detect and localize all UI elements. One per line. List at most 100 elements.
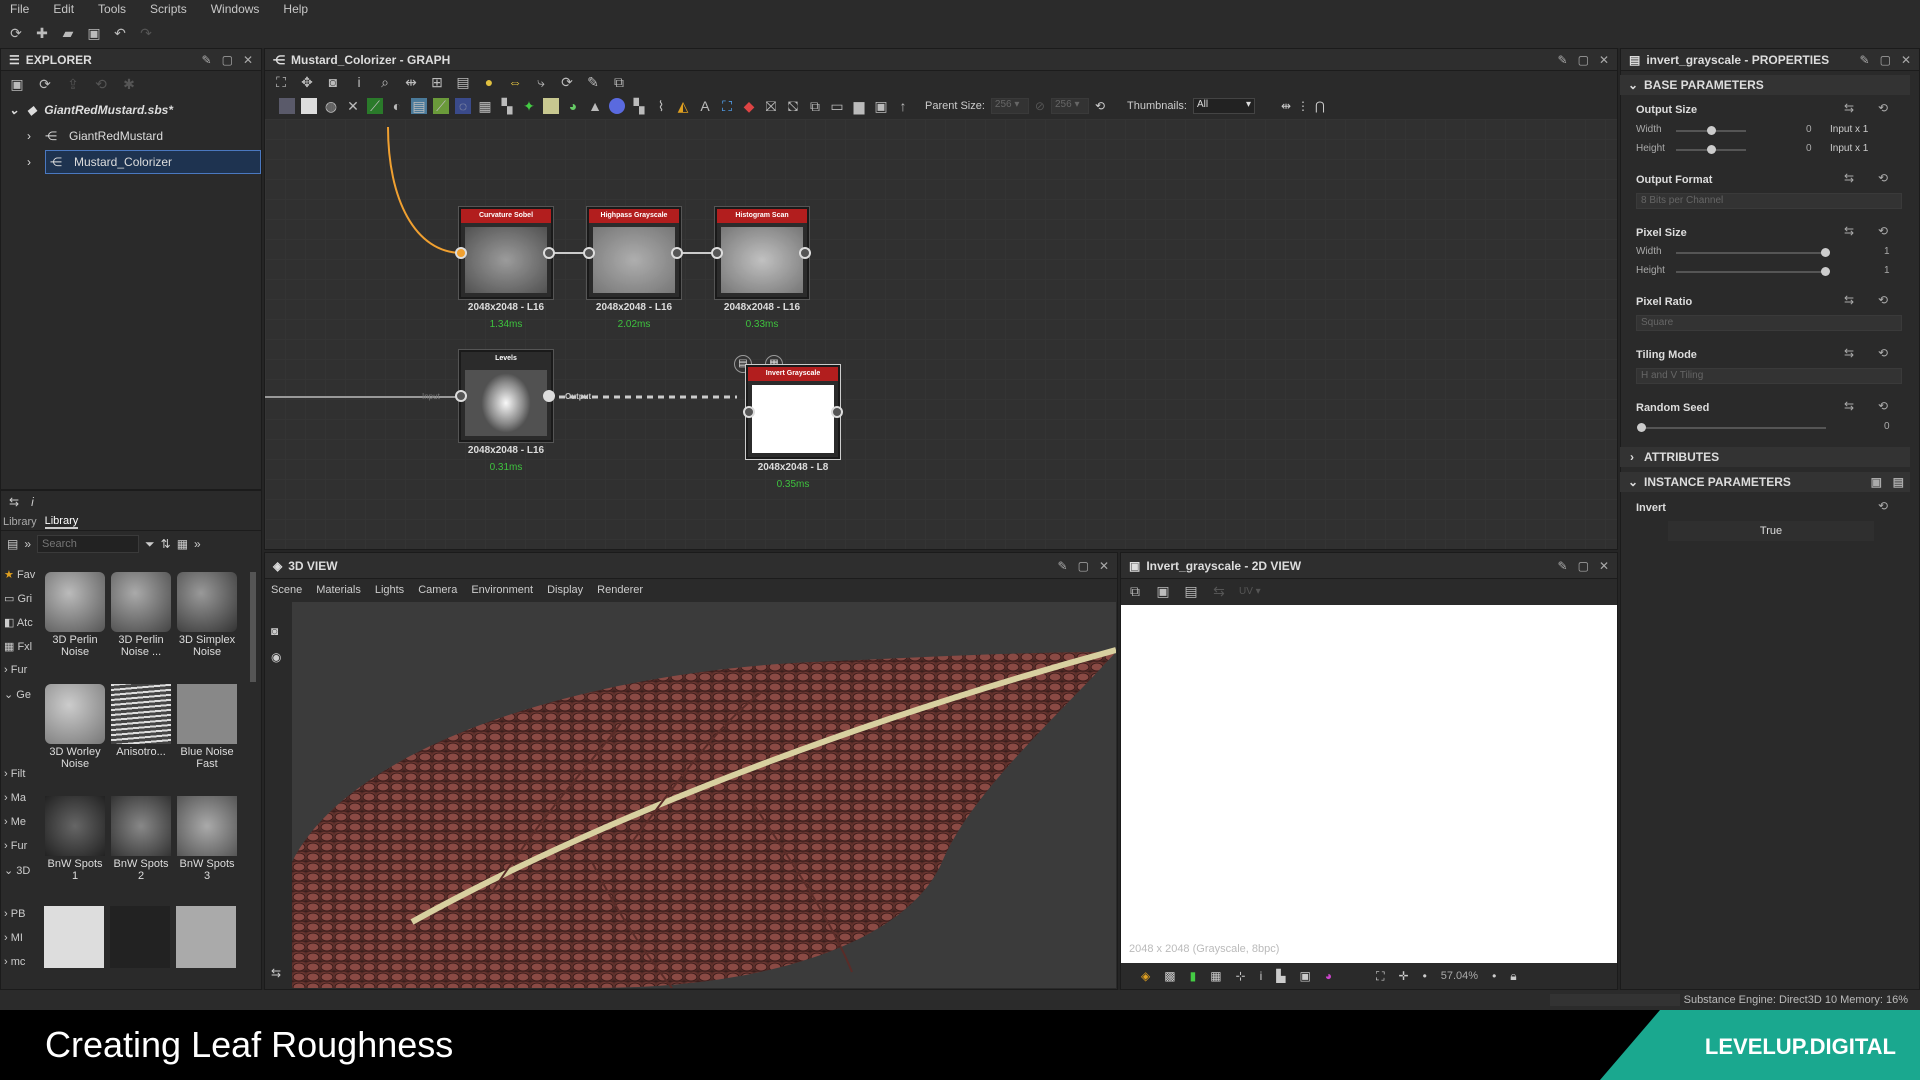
reset-icon[interactable]: ⟲	[1878, 224, 1888, 238]
node-input-port[interactable]	[583, 247, 595, 259]
output-width-knob[interactable]	[1707, 126, 1716, 135]
fill-icon[interactable]: ◍	[323, 98, 339, 114]
float-icon[interactable]: ▢	[1880, 53, 1891, 67]
node-histogram-scan[interactable]: Histogram Scan	[715, 207, 809, 299]
tile-thumbnail[interactable]	[44, 906, 104, 968]
camera-icon[interactable]: ◙	[325, 74, 341, 90]
open-graph-icon[interactable]: ▤	[1893, 475, 1904, 489]
category-fur[interactable]: › Fur	[4, 664, 27, 676]
undo-icon[interactable]: ↶	[112, 25, 128, 41]
close-icon[interactable]: ✕	[1901, 53, 1911, 67]
link-size-icon[interactable]: ⊘	[1035, 99, 1045, 113]
view3d-menu-materials[interactable]: Materials	[316, 584, 361, 596]
layers-icon[interactable]: ◈	[1141, 969, 1150, 983]
library-tile[interactable]: BnW Spots 1	[44, 796, 106, 882]
publish-icon[interactable]: ⇪	[65, 76, 81, 92]
grid-view-icon[interactable]: ▦	[177, 537, 188, 551]
section-attributes[interactable]: › ATTRIBUTES	[1620, 447, 1910, 467]
param-link-icon[interactable]: ⇆	[1844, 293, 1854, 307]
view3d-menu-scene[interactable]: Scene	[271, 584, 302, 596]
reset-icon[interactable]: ⟲	[1878, 499, 1888, 513]
node-input-port[interactable]	[455, 390, 467, 402]
library-tile[interactable]: Anisotro...	[110, 684, 172, 758]
category-pb[interactable]: › PB	[4, 908, 25, 920]
collapse-icon[interactable]: »	[24, 537, 31, 551]
library-search-input[interactable]	[37, 535, 140, 553]
library-tile[interactable]: 3D Perlin Noise	[44, 572, 106, 658]
new-graph-icon[interactable]: ⟳	[37, 76, 53, 92]
save-icon[interactable]: ▣	[86, 25, 102, 41]
tree-icon[interactable]: ⇆	[9, 495, 19, 509]
view3d-menu-lights[interactable]: Lights	[375, 584, 404, 596]
library-tile[interactable]: 3D Perlin Noise ...	[110, 572, 172, 658]
param-link-icon[interactable]: ⇆	[1844, 346, 1854, 360]
filter-icon[interactable]: ⏷	[145, 537, 155, 552]
histogram-icon[interactable]: ▲	[587, 98, 603, 114]
tile-thumbnail[interactable]	[176, 906, 236, 968]
reset-icon[interactable]: ⟲	[1878, 171, 1888, 185]
category-fav[interactable]: ★ Fav	[4, 568, 35, 581]
light-tool-icon[interactable]: ◉	[271, 650, 281, 664]
clipboard-icon[interactable]: ▤	[1183, 583, 1199, 599]
close-icon[interactable]: ✕	[1599, 53, 1609, 67]
pixel-width-knob[interactable]	[1821, 248, 1830, 257]
library-scrollbar[interactable]	[250, 572, 256, 682]
node-output-port[interactable]	[543, 390, 555, 402]
param-link-icon[interactable]: ⇆	[1844, 171, 1854, 185]
transform-icon[interactable]: ✕	[345, 98, 361, 114]
random-seed-slider[interactable]	[1640, 427, 1826, 429]
package-row[interactable]: ⌄ ◆ GiantRedMustard.sbs*	[1, 97, 261, 123]
category-mc[interactable]: › mc	[4, 956, 25, 968]
bit-depth-icon[interactable]: ▚	[631, 98, 647, 114]
view3d-viewport[interactable]	[292, 602, 1116, 988]
camera-tool-icon[interactable]: ◙	[271, 624, 278, 638]
layout-icon[interactable]: ⇹	[1281, 99, 1291, 113]
param-link-icon[interactable]: ⇆	[1844, 224, 1854, 238]
info-icon[interactable]: i	[351, 74, 367, 90]
category-me[interactable]: › Me	[4, 816, 26, 828]
section-base-parameters[interactable]: ⌄ BASE PARAMETERS	[1620, 75, 1910, 95]
copy-icon[interactable]: ⧉	[1127, 583, 1143, 599]
hierarchy-icon[interactable]: ⊞	[429, 74, 445, 90]
python-icon[interactable]: ●	[481, 74, 497, 90]
tile-mode-icon[interactable]: ⊹	[1236, 969, 1246, 983]
reset-icon[interactable]: ⟲	[1878, 293, 1888, 307]
pin-icon[interactable]: ✎	[1558, 53, 1568, 67]
view2d-image[interactable]: 2048 x 2048 (Grayscale, 8bpc)	[1121, 605, 1617, 963]
image-compare-icon[interactable]: ▣	[1300, 969, 1311, 983]
normal-icon[interactable]: ⌇	[653, 98, 669, 114]
mirror-icon[interactable]: ◭	[675, 98, 691, 114]
view3d-menu-environment[interactable]: Environment	[471, 584, 533, 596]
category-fur2[interactable]: › Fur	[4, 840, 27, 852]
color-channels-icon[interactable]: ▮	[1190, 969, 1197, 983]
float-icon[interactable]: ▢	[1578, 559, 1589, 573]
tab-library-1[interactable]: Library	[3, 516, 37, 528]
wrench-icon[interactable]: ✎	[585, 74, 601, 90]
menu-file[interactable]: File	[10, 2, 29, 16]
search-icon[interactable]: ⌕	[377, 74, 393, 90]
node-levels[interactable]: Levels	[459, 350, 553, 442]
category-filt[interactable]: › Filt	[4, 768, 25, 780]
blend-icon[interactable]: ◐	[389, 98, 405, 114]
pin-icon[interactable]: ✎	[1860, 53, 1870, 67]
zoom-reset-dot[interactable]: •	[1492, 969, 1496, 983]
category-atc[interactable]: ◧ Atc	[4, 616, 33, 629]
save-icon[interactable]: ▣	[9, 76, 25, 92]
close-icon[interactable]: ✕	[243, 53, 253, 67]
info-icon[interactable]: i	[1260, 969, 1263, 983]
crop-icon[interactable]: ⛶	[719, 98, 735, 114]
reset-icon[interactable]: ⟲	[1878, 101, 1888, 115]
view3d-menu-display[interactable]: Display	[547, 584, 583, 596]
bitmap-node-icon[interactable]	[279, 98, 295, 114]
color-wheel-icon[interactable]: ◕	[1325, 969, 1332, 983]
comment-icon[interactable]: ▆	[851, 98, 867, 114]
edit-instance-icon[interactable]: ▣	[1871, 475, 1882, 489]
category-fxl[interactable]: ▦ Fxl	[4, 640, 32, 653]
branch-icon[interactable]: ⤷	[533, 74, 549, 90]
settings-icon[interactable]: ✱	[121, 76, 137, 92]
histogram-icon[interactable]: ▙	[1276, 969, 1285, 983]
pointer-icon[interactable]: ↑	[895, 98, 911, 114]
pixel-height-slider[interactable]	[1676, 271, 1828, 273]
category-gri[interactable]: ▭ Gri	[4, 592, 32, 605]
levels-icon[interactable]: ▤	[411, 98, 427, 114]
